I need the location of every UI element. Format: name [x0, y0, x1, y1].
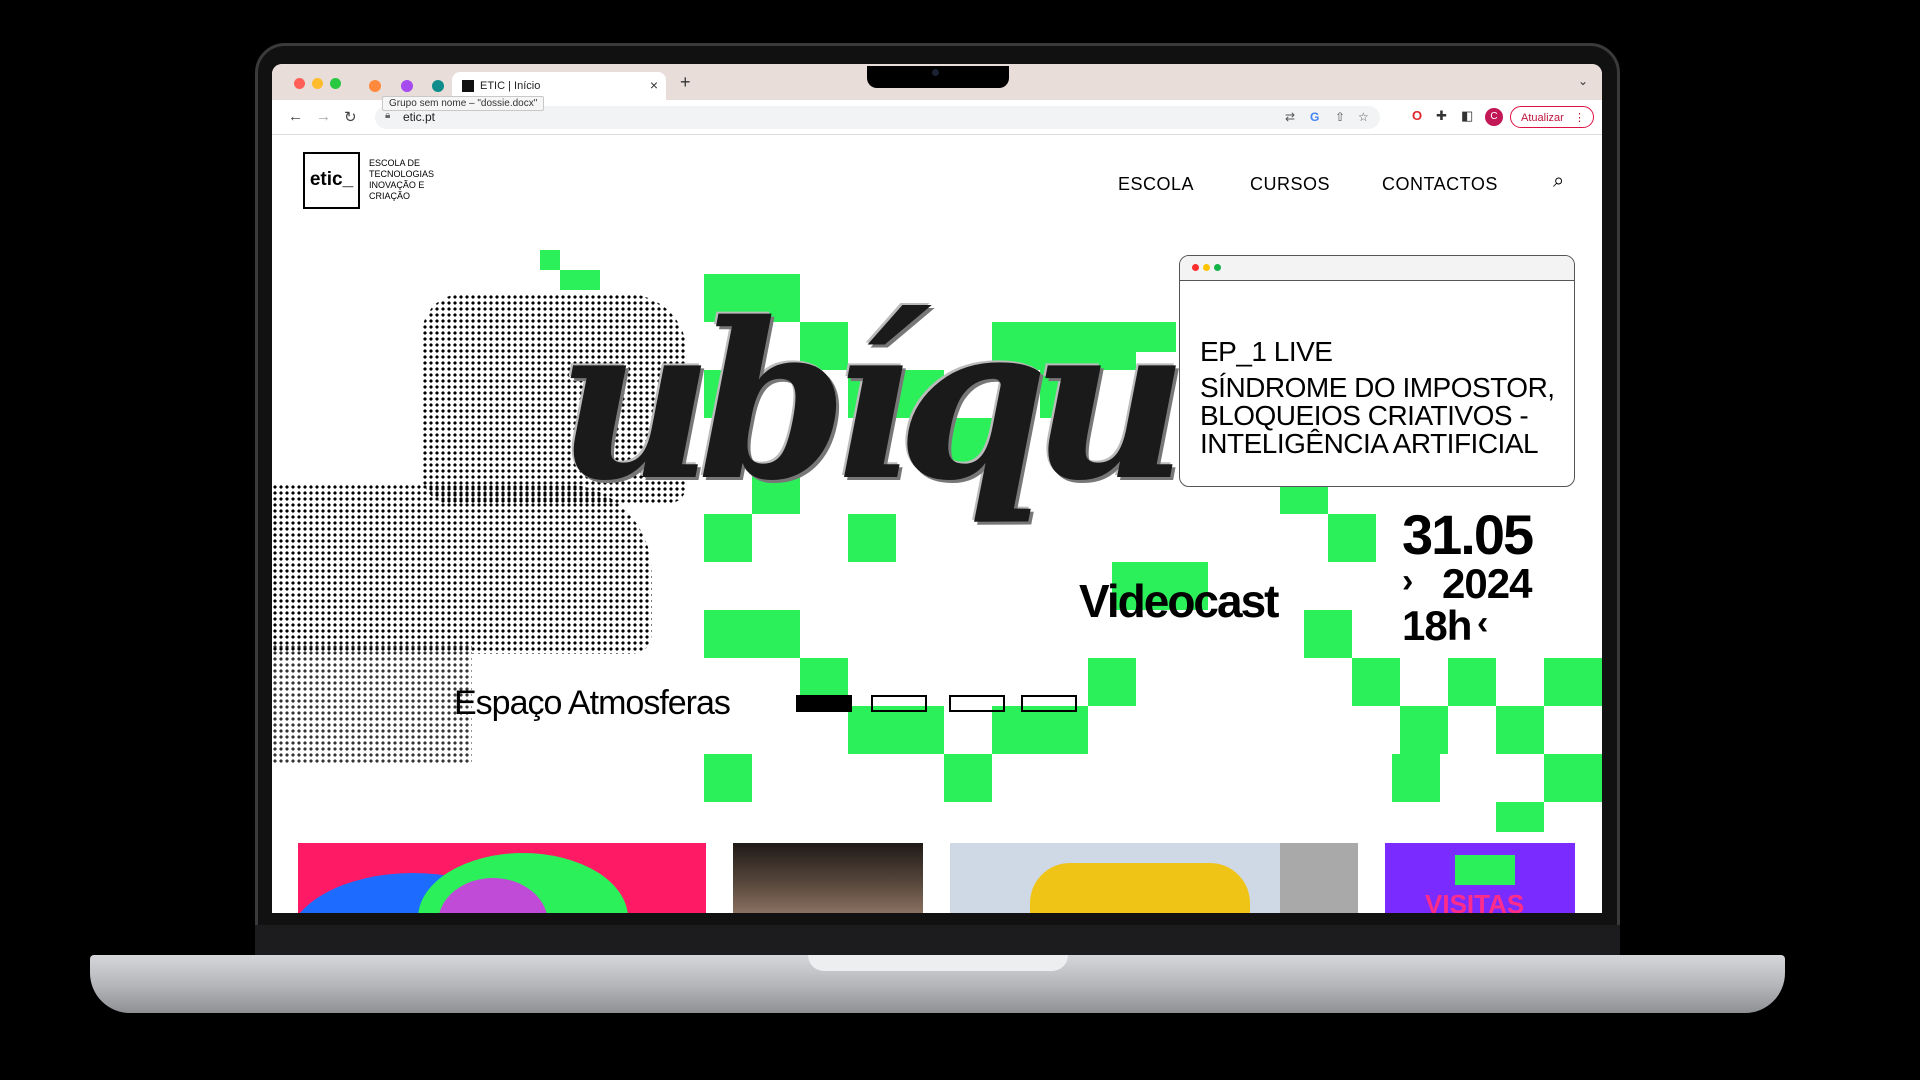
- camera-notch: [867, 66, 1009, 88]
- episode-popup-window: EP_1 LIVE SÍNDROME DO IMPOSTOR, BLOQUEIO…: [1179, 255, 1575, 487]
- slide-indicator-3[interactable]: [949, 695, 1005, 712]
- pixel-block: [1328, 514, 1376, 562]
- pixel-block: [1448, 658, 1496, 706]
- laptop-opening-notch: [808, 955, 1068, 971]
- hero-banner[interactable]: ubíqu Videocast EP_1 LIVE SÍNDROME DO IM…: [272, 64, 1602, 832]
- slide-indicator-2[interactable]: [871, 695, 927, 712]
- slide-indicator-1-active[interactable]: [796, 695, 852, 712]
- card-photo-audience: [733, 843, 923, 913]
- event-time: 18h: [1402, 602, 1472, 649]
- videocast-label: Videocast: [1079, 575, 1279, 627]
- pixel-block: [1352, 658, 1400, 706]
- event-location: Espaço Atmosferas: [454, 684, 731, 722]
- camera-icon: [932, 69, 939, 76]
- laptop-chin: [255, 925, 1620, 958]
- pixel-block: [944, 754, 992, 802]
- pixel-block: [1496, 706, 1544, 754]
- slide-indicator-4[interactable]: [1021, 695, 1077, 712]
- popup-maximize-dot-icon: [1214, 264, 1221, 271]
- pixel-block: [1544, 658, 1602, 706]
- card-photo-grey-wall: [1280, 843, 1358, 913]
- pixel-block: [1544, 754, 1602, 802]
- chevron-left-icon: ‹: [1477, 604, 1489, 642]
- pixel-block: [1496, 802, 1544, 832]
- pixel-block: [992, 706, 1088, 754]
- visitas-label: VISITAS: [1425, 889, 1525, 913]
- pixel-block: [1304, 610, 1352, 658]
- visitas-card[interactable]: VISITAS: [1385, 843, 1575, 913]
- chevron-right-icon: ›: [1402, 562, 1414, 600]
- pixel-block: [540, 250, 560, 270]
- tab-group-tooltip: Grupo sem nome – "dossie.docx": [382, 96, 545, 111]
- popup-title-bar: [1180, 256, 1574, 281]
- course-card-2[interactable]: [733, 843, 923, 913]
- laptop-screen: ETIC | Início × + ⌄ Grupo sem nome – "do…: [272, 64, 1602, 913]
- halftone-portrait-base: [272, 644, 472, 764]
- pixel-block: [704, 610, 800, 658]
- course-card-3[interactable]: [950, 843, 1358, 913]
- event-year: 2024: [1442, 560, 1532, 607]
- pixel-block: [1400, 706, 1448, 754]
- pixel-block: [848, 706, 944, 754]
- episode-topics: SÍNDROME DO IMPOSTOR, BLOQUEIOS CRIATIVO…: [1200, 372, 1555, 459]
- card-photo-yellow-building: [1030, 863, 1250, 913]
- laptop-base: [90, 955, 1785, 1013]
- episode-label: EP_1 LIVE: [1200, 336, 1333, 367]
- pixel-block: [704, 754, 752, 802]
- ubiquo-wordmark: ubíqu: [557, 275, 1188, 528]
- pixel-block: [1392, 754, 1440, 802]
- event-day: 31.05: [1402, 503, 1534, 566]
- popup-close-dot-icon: [1192, 264, 1199, 271]
- pixel-block: [1088, 658, 1136, 706]
- card-mini-window: [1455, 855, 1515, 885]
- course-card-1[interactable]: [298, 843, 706, 913]
- popup-minimize-dot-icon: [1203, 264, 1210, 271]
